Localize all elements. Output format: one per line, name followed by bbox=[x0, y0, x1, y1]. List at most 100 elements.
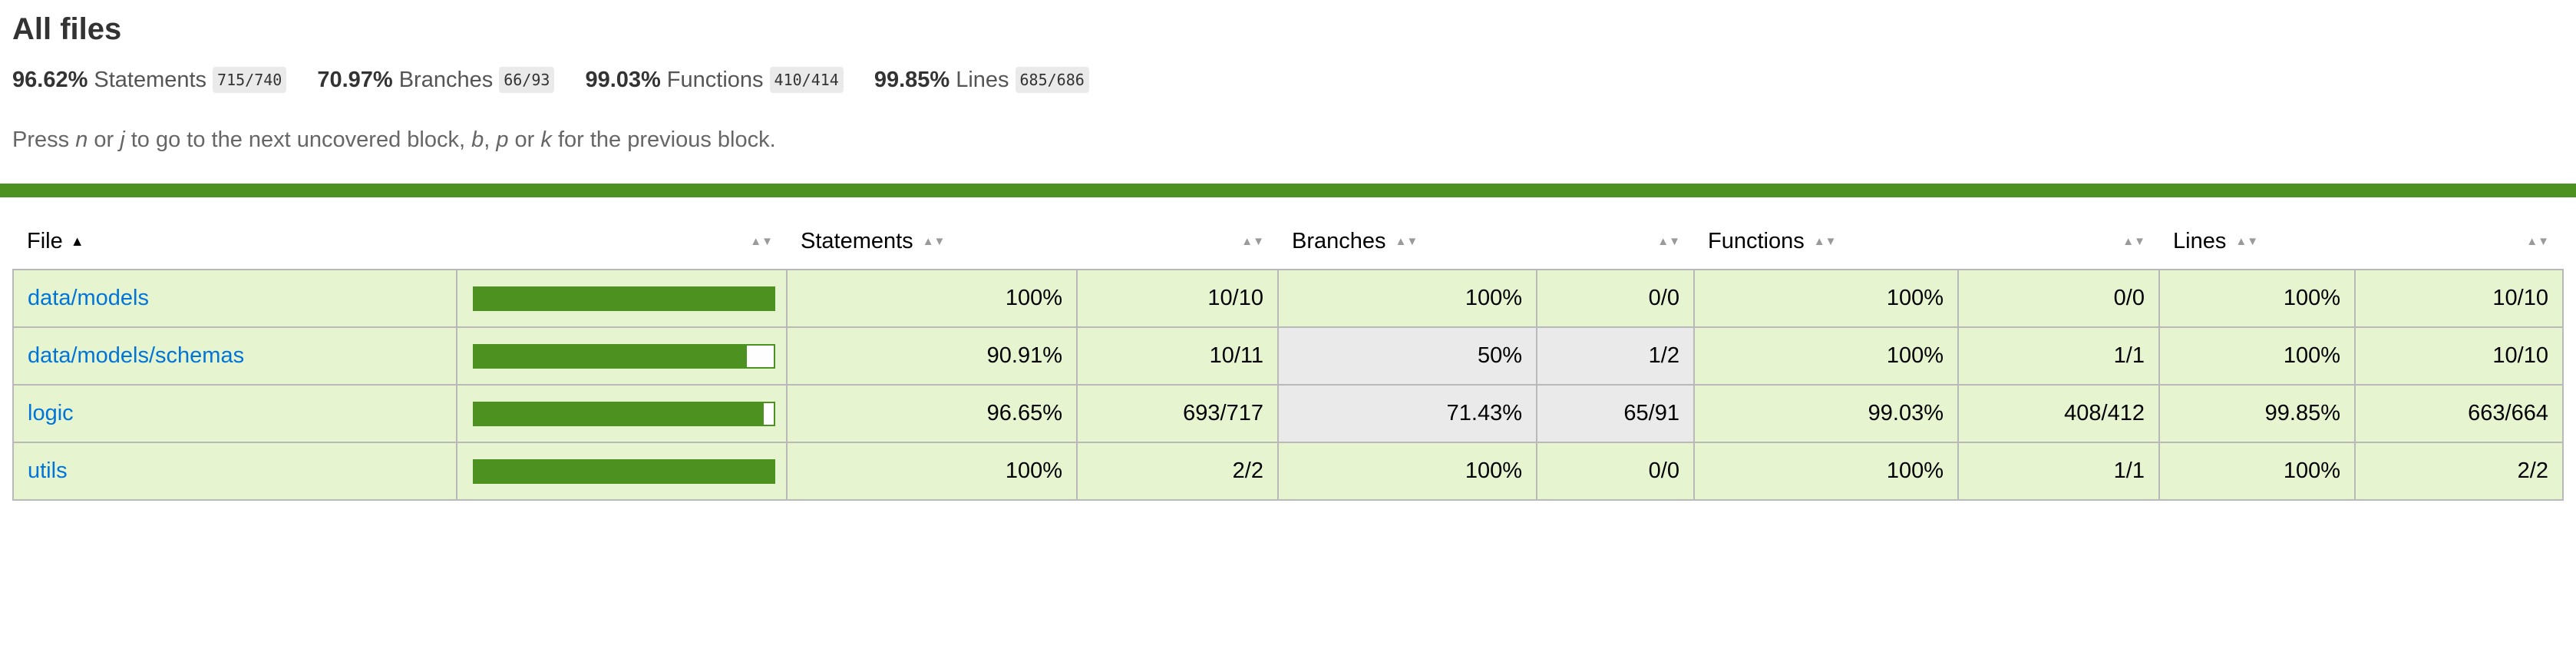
col-lines-raw-header[interactable]: ▲▼ bbox=[2355, 213, 2563, 270]
coverage-bar bbox=[473, 286, 775, 311]
sort-icon: ▲▼ bbox=[2122, 235, 2145, 249]
summary-pct: 99.03% bbox=[585, 67, 661, 92]
summary-fraction: 715/740 bbox=[213, 67, 287, 93]
coverage-summary: 96.62% Statements 715/740 70.97% Branche… bbox=[12, 63, 2564, 97]
sort-icon: ▲▼ bbox=[2235, 235, 2259, 249]
functions-pct-cell: 100% bbox=[1693, 442, 1959, 501]
lines-raw-cell: 10/10 bbox=[2354, 326, 2564, 386]
coverage-bar-fill bbox=[474, 345, 747, 367]
functions-raw-cell: 0/0 bbox=[1957, 269, 2160, 328]
summary-fraction: 685/686 bbox=[1015, 67, 1089, 93]
coverage-bar bbox=[473, 343, 775, 369]
col-statements-header[interactable]: Statements ▲▼ bbox=[787, 213, 1077, 270]
statements-pct-cell: 96.65% bbox=[786, 384, 1078, 443]
col-functions-raw-header[interactable]: ▲▼ bbox=[1958, 213, 2159, 270]
sort-icon: ▲▼ bbox=[1395, 235, 1418, 249]
functions-pct-cell: 99.03% bbox=[1693, 384, 1959, 443]
summary-lines: 99.85% Lines 685/686 bbox=[874, 67, 1089, 93]
header-label: Functions bbox=[1708, 228, 1805, 253]
functions-raw-cell: 408/412 bbox=[1957, 384, 2160, 443]
lines-pct-cell: 99.85% bbox=[2158, 384, 2356, 443]
coverage-bar-cell bbox=[456, 269, 788, 328]
statements-raw-cell: 10/10 bbox=[1076, 269, 1279, 328]
hint-text: , bbox=[484, 127, 497, 152]
header-label: File bbox=[27, 228, 63, 253]
hint-key: n bbox=[75, 127, 88, 152]
statements-raw-cell: 693/717 bbox=[1076, 384, 1279, 443]
file-cell: utils bbox=[12, 442, 457, 501]
summary-label: Branches bbox=[398, 67, 494, 92]
col-branches-raw-header[interactable]: ▲▼ bbox=[1537, 213, 1694, 270]
table-row: logic 96.65% 693/717 71.43% 65/91 99.03% 408/4… bbox=[12, 384, 2564, 443]
col-lines-header[interactable]: Lines ▲▼ bbox=[2159, 213, 2355, 270]
hint-text: or bbox=[508, 127, 541, 152]
hint-key: b bbox=[471, 127, 484, 152]
coverage-table: File ▲ ▲▼ Statements ▲▼ ▲▼ Branches ▲▼ ▲▼ F… bbox=[12, 213, 2564, 501]
header-label: Lines bbox=[2173, 228, 2227, 253]
sort-icon: ▲▼ bbox=[2526, 235, 2549, 249]
summary-pct: 96.62% bbox=[12, 67, 88, 92]
summary-fraction: 410/414 bbox=[769, 67, 844, 93]
file-link[interactable]: utils bbox=[28, 458, 68, 483]
page-title: All files bbox=[12, 12, 122, 46]
summary-functions: 99.03% Functions 410/414 bbox=[585, 67, 844, 93]
lines-raw-cell: 10/10 bbox=[2354, 269, 2564, 328]
lines-raw-cell: 2/2 bbox=[2354, 442, 2564, 501]
lines-raw-cell: 663/664 bbox=[2354, 384, 2564, 443]
header: All files 96.62% Statements 715/740 70.9… bbox=[0, 0, 2576, 153]
lines-pct-cell: 100% bbox=[2158, 269, 2356, 328]
hint-key: p bbox=[496, 127, 509, 152]
col-statements-raw-header[interactable]: ▲▼ bbox=[1077, 213, 1278, 270]
statements-pct-cell: 100% bbox=[786, 442, 1078, 501]
functions-pct-cell: 100% bbox=[1693, 269, 1959, 328]
branches-raw-cell: 0/0 bbox=[1536, 269, 1695, 328]
coverage-bar-cell bbox=[456, 384, 788, 443]
file-link[interactable]: data/models/schemas bbox=[28, 343, 244, 368]
lines-pct-cell: 100% bbox=[2158, 442, 2356, 501]
col-file-header[interactable]: File ▲ bbox=[13, 213, 457, 270]
summary-statements: 96.62% Statements 715/740 bbox=[12, 67, 287, 93]
hint-text: Press bbox=[12, 127, 76, 152]
keyboard-hint: Press n or j to go to the next uncovered… bbox=[12, 127, 2564, 153]
branches-pct-cell: 100% bbox=[1277, 269, 1537, 328]
sort-icon: ▲▼ bbox=[750, 235, 773, 249]
col-branches-header[interactable]: Branches ▲▼ bbox=[1278, 213, 1537, 270]
col-functions-header[interactable]: Functions ▲▼ bbox=[1694, 213, 1958, 270]
branches-pct-cell: 50% bbox=[1277, 326, 1537, 386]
summary-branches: 70.97% Branches 66/93 bbox=[317, 67, 555, 93]
header-label: Branches bbox=[1292, 228, 1386, 253]
statements-pct-cell: 90.91% bbox=[786, 326, 1078, 386]
file-cell: data/models/schemas bbox=[12, 326, 457, 386]
coverage-bar-fill bbox=[474, 287, 774, 309]
coverage-bar-cell bbox=[456, 326, 788, 386]
file-link[interactable]: logic bbox=[28, 401, 74, 425]
sort-icon: ▲▼ bbox=[1241, 235, 1264, 249]
coverage-status-bar bbox=[0, 184, 2576, 197]
col-coverage-bar-header[interactable]: ▲▼ bbox=[457, 213, 787, 270]
summary-fraction: 66/93 bbox=[499, 67, 555, 93]
hint-key: k bbox=[540, 127, 552, 152]
coverage-bar-cell bbox=[456, 442, 788, 501]
table-row: utils 100% 2/2 100% 0/0 100% 1/1 100% 2/2 bbox=[12, 442, 2564, 501]
hint-text: to go to the next uncovered block, bbox=[124, 127, 472, 152]
table-header-row: File ▲ ▲▼ Statements ▲▼ ▲▼ Branches ▲▼ ▲▼ F… bbox=[13, 213, 2563, 270]
branches-pct-cell: 71.43% bbox=[1277, 384, 1537, 443]
branches-raw-cell: 65/91 bbox=[1536, 384, 1695, 443]
file-link[interactable]: data/models bbox=[28, 286, 149, 310]
table-row: data/models 100% 10/10 100% 0/0 100% 0/0 100% 10… bbox=[12, 269, 2564, 328]
functions-raw-cell: 1/1 bbox=[1957, 326, 2160, 386]
functions-pct-cell: 100% bbox=[1693, 326, 1959, 386]
coverage-bar bbox=[473, 458, 775, 484]
statements-pct-cell: 100% bbox=[786, 269, 1078, 328]
statements-raw-cell: 10/11 bbox=[1076, 326, 1279, 386]
functions-raw-cell: 1/1 bbox=[1957, 442, 2160, 501]
summary-pct: 70.97% bbox=[317, 67, 393, 92]
hint-text: or bbox=[88, 127, 121, 152]
file-cell: data/models bbox=[12, 269, 457, 328]
sort-icon: ▲▼ bbox=[922, 235, 946, 249]
branches-pct-cell: 100% bbox=[1277, 442, 1537, 501]
file-cell: logic bbox=[12, 384, 457, 443]
statements-raw-cell: 2/2 bbox=[1076, 442, 1279, 501]
branches-raw-cell: 1/2 bbox=[1536, 326, 1695, 386]
header-label: Statements bbox=[801, 228, 913, 253]
